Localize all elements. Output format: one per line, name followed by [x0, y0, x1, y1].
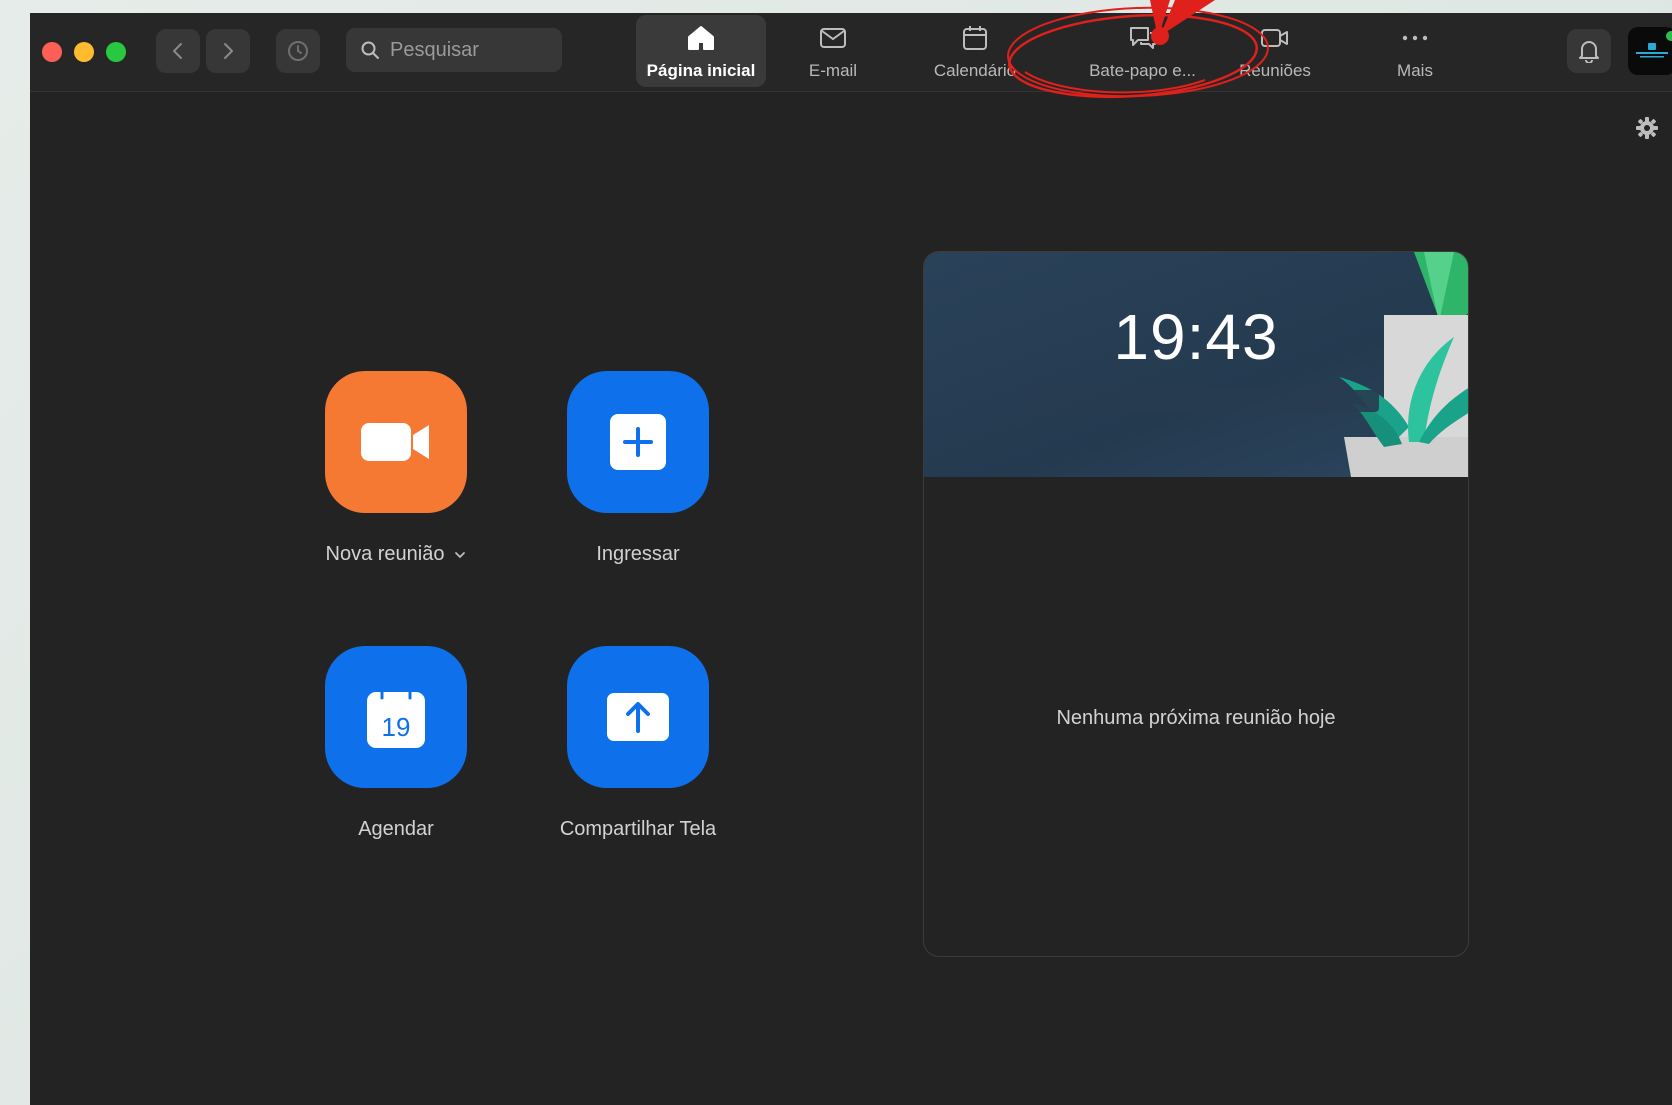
current-time: 19:43 [1113, 301, 1279, 373]
search-icon [361, 41, 379, 59]
back-button[interactable] [156, 29, 200, 73]
card-header: 19:43 [924, 252, 1468, 477]
join-action: Ingressar [518, 371, 758, 566]
tab-email-label: E-mail [808, 61, 858, 80]
zoom-window: Pesquisar Página inicial E-mail Calendár… [30, 13, 1672, 1105]
tab-chat-label: Bate-papo e... [1089, 61, 1196, 80]
tab-calendar-label: Calendário [933, 61, 1017, 80]
share-screen-action: Compartilhar Tela [518, 646, 758, 841]
tab-home[interactable]: Página inicial [636, 15, 766, 87]
video-camera-icon [361, 423, 429, 461]
tab-calendar[interactable]: Calendário [920, 15, 1030, 87]
home-icon [688, 26, 714, 50]
minimize-window-button[interactable] [74, 42, 94, 62]
tab-more-label: Mais [1397, 61, 1433, 80]
tab-more[interactable]: Mais [1370, 15, 1460, 87]
schedule-action: 19 Agendar [276, 646, 516, 841]
share-screen-button[interactable] [567, 646, 709, 788]
calendar-schedule-icon: 19 [367, 684, 425, 748]
mail-icon [820, 28, 846, 48]
date-redacted [1029, 390, 1379, 412]
avatar[interactable] [1628, 27, 1672, 75]
chevron-down-icon[interactable] [454, 551, 466, 559]
settings-button[interactable] [1636, 117, 1658, 144]
tab-meetings-label: Reuniões [1239, 61, 1311, 80]
tab-home-label: Página inicial [646, 61, 756, 80]
plus-icon [610, 414, 666, 470]
title-bar: Pesquisar Página inicial E-mail Calendár… [30, 13, 1672, 92]
search-box[interactable]: Pesquisar [346, 28, 562, 72]
chevron-right-icon [224, 43, 233, 59]
join-label: Ingressar [596, 543, 680, 565]
gear-icon [1636, 117, 1658, 139]
calendar-icon [963, 26, 987, 50]
bell-icon [1579, 41, 1599, 63]
share-screen-label: Compartilhar Tela [559, 818, 717, 840]
tab-chat[interactable]: Bate-papo e... [1070, 15, 1215, 87]
schedule-button[interactable]: 19 [325, 646, 467, 788]
profile-logo-icon [1636, 43, 1668, 58]
chevron-left-icon [173, 43, 182, 59]
calendar-day-number: 19 [382, 712, 411, 742]
video-icon [1261, 29, 1288, 47]
online-status-dot [1666, 31, 1672, 41]
new-meeting-action: Nova reunião [276, 371, 516, 566]
upcoming-meetings-card: 19:43 Nenhuma próxima reunião hoje [923, 251, 1469, 957]
tab-meetings[interactable]: Reuniões [1220, 15, 1330, 87]
new-meeting-button[interactable] [325, 371, 467, 513]
maximize-window-button[interactable] [106, 42, 126, 62]
no-meetings-message: Nenhuma próxima reunião hoje [1056, 707, 1336, 729]
notifications-button[interactable] [1567, 29, 1611, 73]
schedule-label: Agendar [358, 818, 434, 840]
history-icon [288, 41, 308, 61]
join-button[interactable] [567, 371, 709, 513]
tab-email[interactable]: E-mail [783, 15, 883, 87]
close-window-button[interactable] [42, 42, 62, 62]
more-icon [1402, 35, 1428, 41]
history-button[interactable] [276, 29, 320, 73]
forward-button[interactable] [206, 29, 250, 73]
search-placeholder: Pesquisar [390, 38, 479, 61]
upload-arrow-icon [607, 693, 669, 741]
new-meeting-label: Nova reunião [325, 543, 445, 565]
chat-icon [1129, 27, 1156, 49]
